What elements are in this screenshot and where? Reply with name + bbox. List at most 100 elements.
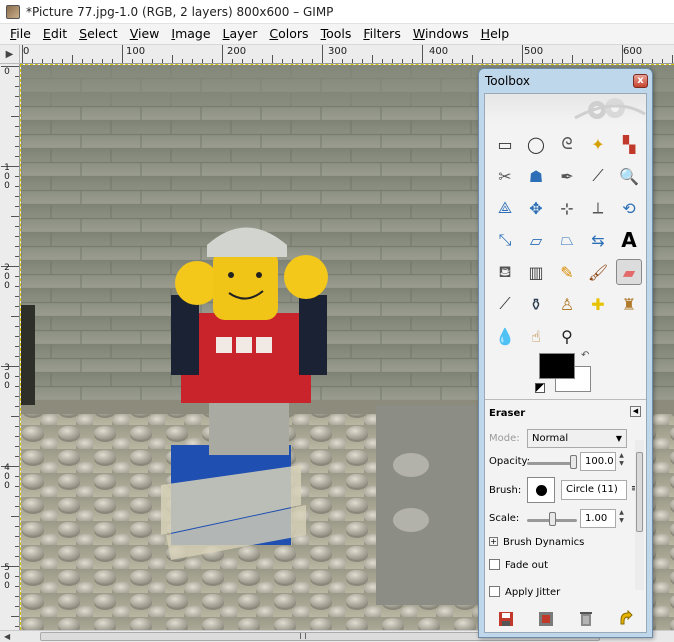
- menu-edit[interactable]: Edit: [37, 24, 73, 44]
- measure-tool-button[interactable]: ⟁: [492, 195, 518, 221]
- brush-name-field[interactable]: Circle (11): [561, 480, 627, 500]
- heal-tool-button[interactable]: ✚: [585, 291, 611, 317]
- shear-tool-button[interactable]: ▱: [523, 227, 549, 253]
- quick-mask-corner[interactable]: ▶: [0, 45, 20, 64]
- rect-select-tool-button[interactable]: ▭: [492, 131, 518, 157]
- menu-image[interactable]: Image: [165, 24, 216, 44]
- dodge-burn-tool-button[interactable]: ⚲: [554, 323, 580, 349]
- clone-icon: ♙: [559, 294, 575, 314]
- opacity-slider-thumb[interactable]: [570, 455, 577, 469]
- ruler-tick: [15, 386, 19, 387]
- ruler-tick: [62, 59, 63, 63]
- save-options-icon[interactable]: [497, 610, 515, 628]
- perspective-clone-tool-button[interactable]: ♜: [616, 291, 642, 317]
- brush-preview[interactable]: [527, 477, 555, 503]
- color-select-tool-button[interactable]: ▚: [616, 131, 642, 157]
- ruler-tick: [642, 59, 643, 63]
- ruler-tick: [15, 246, 19, 247]
- reset-options-icon[interactable]: [617, 609, 635, 628]
- move-tool-button[interactable]: ✥: [523, 195, 549, 221]
- zoom-tool-button[interactable]: 🔍: [616, 163, 642, 189]
- vertical-ruler[interactable]: 0 100 200 300 400 500: [0, 64, 20, 630]
- paths-tool-button[interactable]: ✒: [554, 163, 580, 189]
- paintbrush-tool-button[interactable]: 🖌: [585, 259, 611, 285]
- foreground-select-tool-button[interactable]: ☗: [523, 163, 549, 189]
- expander-icon[interactable]: +: [489, 537, 498, 546]
- ruler-tick: [352, 59, 353, 63]
- delete-options-icon[interactable]: [577, 610, 595, 628]
- color-area[interactable]: ↶: [535, 350, 595, 394]
- options-menu-icon[interactable]: ◀: [630, 406, 641, 417]
- toolbox-titlebar[interactable]: Toolbox: [479, 69, 652, 93]
- apply-jitter-label: Apply Jitter: [505, 587, 561, 598]
- smudge-tool-button[interactable]: ☝: [523, 323, 549, 349]
- bucket-fill-tool-button[interactable]: ⛾: [492, 259, 518, 285]
- ruler-tick: [182, 59, 183, 63]
- fade-out-checkbox[interactable]: [489, 559, 500, 570]
- close-button[interactable]: x: [633, 74, 648, 88]
- scale-spin-icon[interactable]: ▲ ▼: [617, 509, 626, 527]
- ruler-tick: [11, 416, 19, 417]
- ruler-tick: [662, 59, 663, 63]
- free-select-tool-button[interactable]: ᘓ: [554, 131, 580, 157]
- blend-tool-button[interactable]: ▥: [523, 259, 549, 285]
- ruler-tick: [112, 59, 113, 63]
- dodge-burn-icon: ⚲: [561, 326, 573, 346]
- pencil-tool-button[interactable]: ✎: [554, 259, 580, 285]
- zoom-icon: 🔍: [619, 166, 639, 186]
- flip-tool-button[interactable]: ⇆: [585, 227, 611, 253]
- ruler-tick: [252, 59, 253, 63]
- options-scrollbar[interactable]: [635, 440, 644, 590]
- airbrush-tool-button[interactable]: ⟋: [492, 291, 518, 317]
- smudge-icon: ☝: [531, 326, 541, 346]
- menu-help[interactable]: Help: [475, 24, 516, 44]
- foreground-color-swatch[interactable]: [539, 353, 575, 379]
- scroll-left-icon[interactable]: ◀: [4, 631, 10, 642]
- restore-options-icon[interactable]: [537, 610, 555, 628]
- rotate-tool-button[interactable]: ⟲: [616, 195, 642, 221]
- crop-tool-button[interactable]: ⟂: [585, 195, 611, 221]
- menu-windows[interactable]: Windows: [407, 24, 475, 44]
- blur-tool-button[interactable]: 💧: [492, 323, 518, 349]
- align-tool-button[interactable]: ⊹: [554, 195, 580, 221]
- default-colors-icon[interactable]: [535, 383, 545, 393]
- eraser-tool-button[interactable]: ▰: [616, 259, 642, 285]
- close-icon: x: [637, 75, 644, 86]
- gimp-window: *Picture 77.jpg-1.0 (RGB, 2 layers) 800x…: [0, 0, 674, 642]
- opacity-input[interactable]: 100.0: [580, 452, 616, 471]
- scissors-tool-button[interactable]: ✂: [492, 163, 518, 189]
- opacity-spin-icon[interactable]: ▲ ▼: [617, 452, 626, 470]
- text-tool-button[interactable]: A: [616, 227, 642, 253]
- scale-tool-button[interactable]: ⤡: [492, 227, 518, 253]
- brush-dynamics-expander[interactable]: Brush Dynamics: [503, 537, 584, 548]
- perspective-tool-button[interactable]: ⏢: [554, 227, 580, 253]
- ruler-tick: [15, 126, 19, 127]
- ruler-tick: [15, 156, 19, 157]
- scale-input[interactable]: 1.00: [580, 509, 616, 528]
- options-bottom-bar: [485, 606, 646, 632]
- ruler-tick: [15, 136, 19, 137]
- clone-tool-button[interactable]: ♙: [554, 291, 580, 317]
- menu-layer[interactable]: Layer: [217, 24, 264, 44]
- menu-filters[interactable]: Filters: [357, 24, 406, 44]
- menu-view[interactable]: View: [124, 24, 166, 44]
- ellipse-select-tool-button[interactable]: ◯: [523, 131, 549, 157]
- menu-select[interactable]: Select: [73, 24, 124, 44]
- menu-file[interactable]: File: [4, 24, 37, 44]
- mode-dropdown[interactable]: Normal ▼: [527, 429, 627, 448]
- ruler-tick: [15, 626, 19, 627]
- dropdown-arrow-icon: ▼: [615, 434, 622, 443]
- horizontal-ruler[interactable]: 0 100 200 300 400 500 600: [20, 45, 674, 64]
- ink-tool-button[interactable]: ⚱: [523, 291, 549, 317]
- swap-colors-icon[interactable]: ↶: [581, 350, 589, 361]
- menu-colors[interactable]: Colors: [263, 24, 314, 44]
- ruler-tick: [402, 59, 403, 63]
- fuzzy-select-tool-button[interactable]: ✦: [585, 131, 611, 157]
- color-picker-tool-button[interactable]: ⟋: [585, 163, 611, 189]
- ink-icon: ⚱: [529, 294, 543, 314]
- apply-jitter-checkbox[interactable]: [489, 586, 500, 597]
- eraser-icon: ▰: [622, 262, 636, 282]
- menu-tools[interactable]: Tools: [315, 24, 358, 44]
- options-scrollbar-thumb[interactable]: [636, 452, 643, 532]
- scale-slider-thumb[interactable]: [548, 512, 556, 526]
